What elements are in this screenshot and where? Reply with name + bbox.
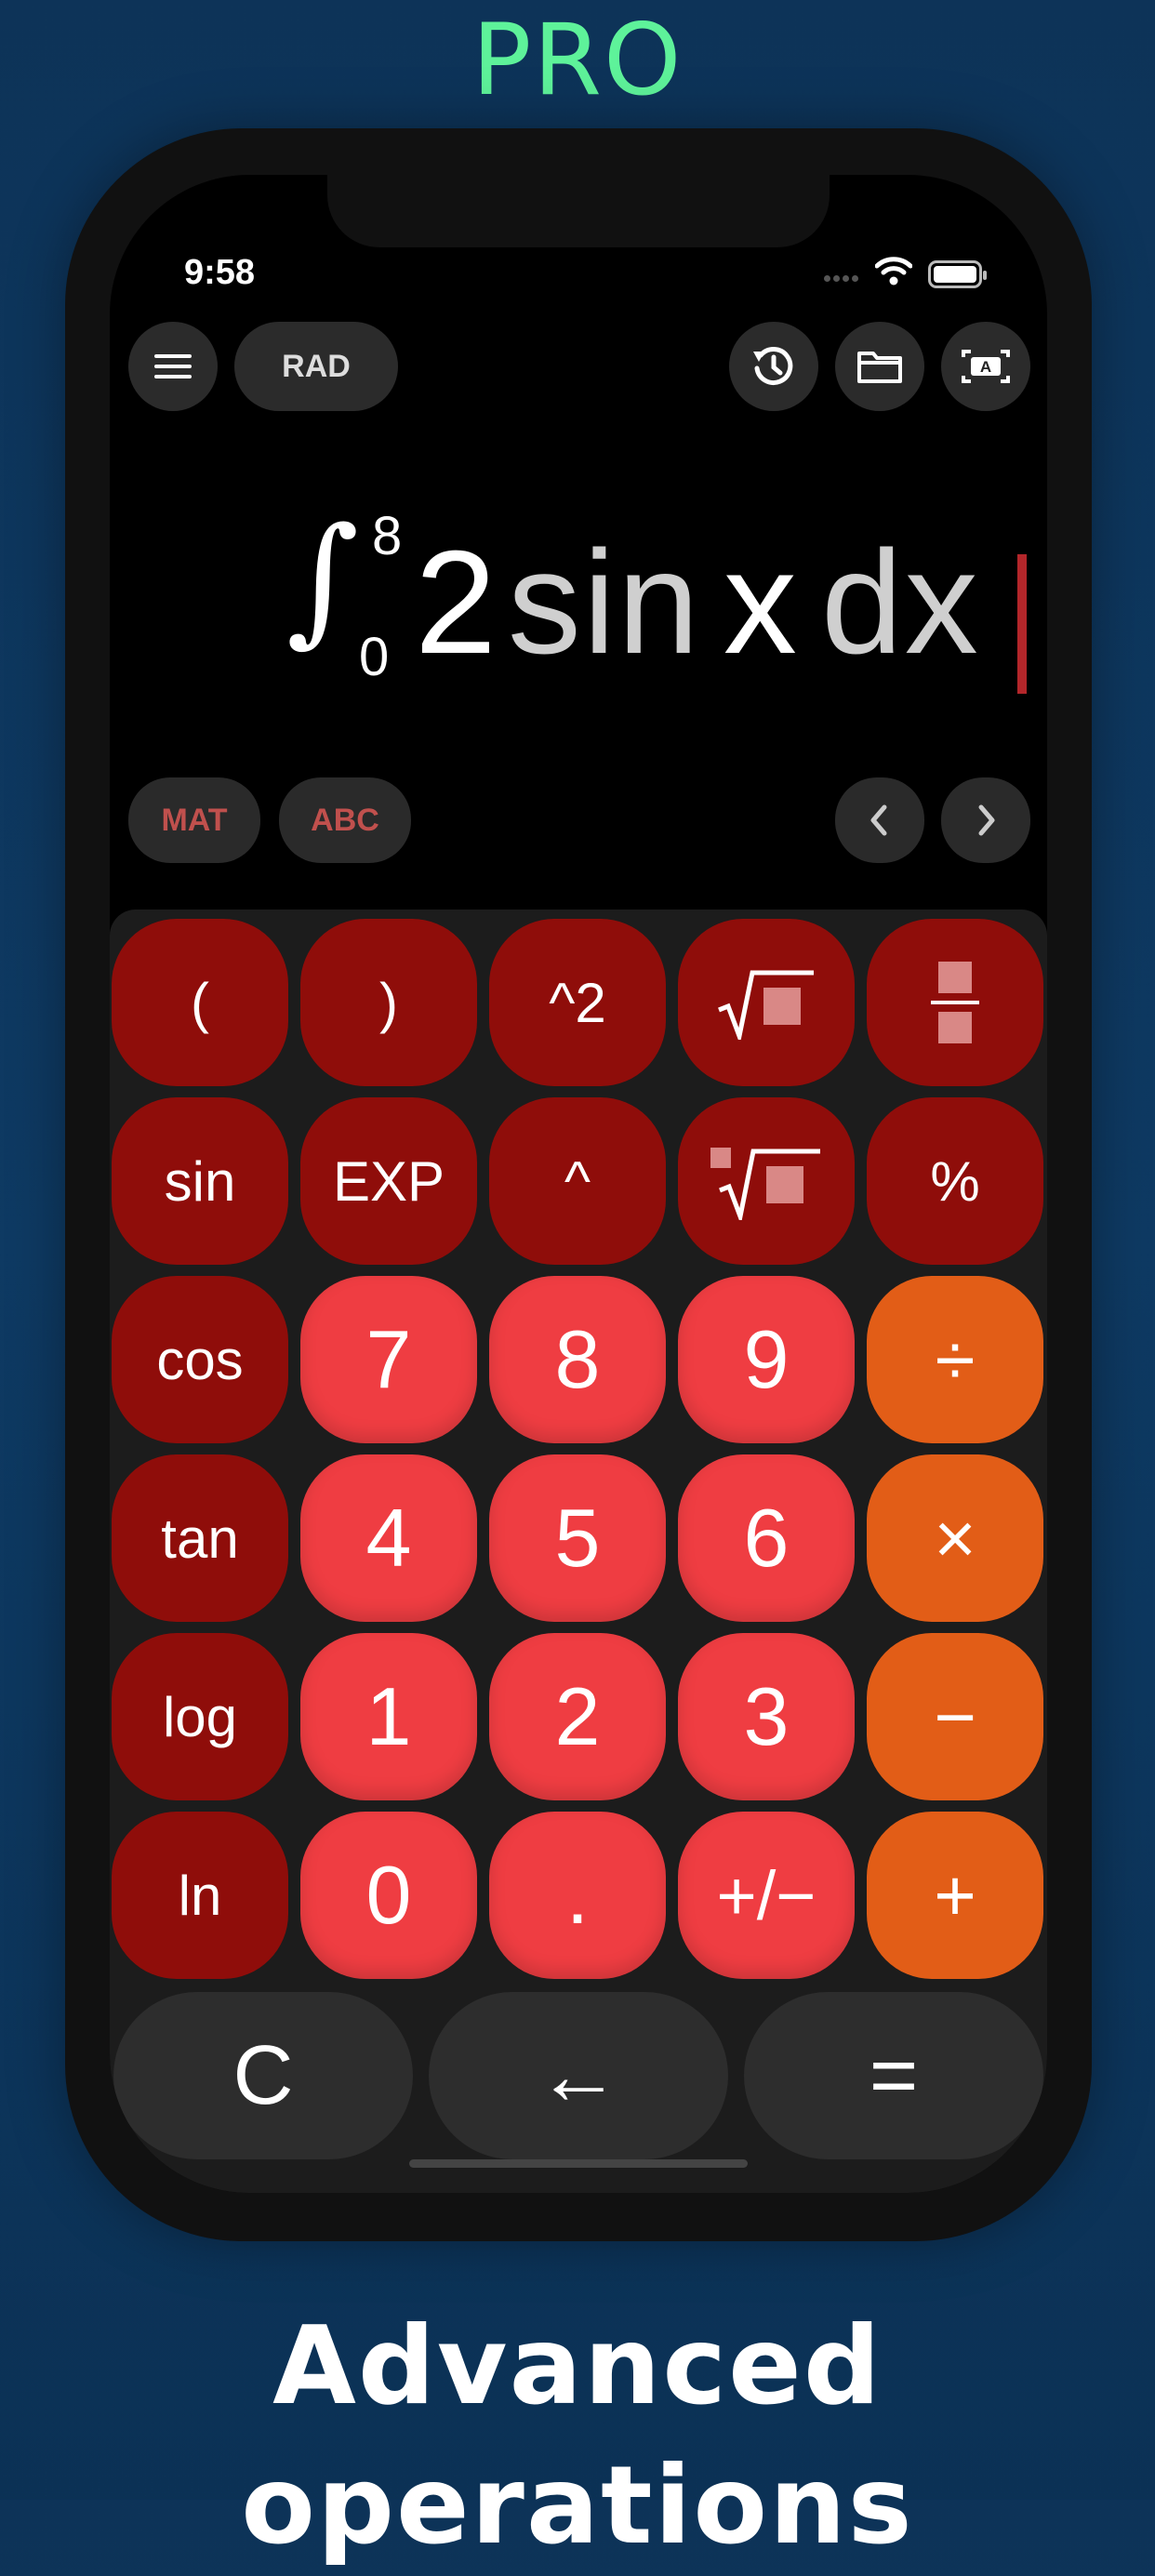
sin-key[interactable]: sin bbox=[112, 1097, 288, 1265]
menu-button[interactable] bbox=[128, 322, 218, 411]
multiply-key[interactable]: × bbox=[867, 1454, 1043, 1622]
expression-display[interactable]: ∫ 8 0 2sin x dx bbox=[110, 454, 1047, 733]
equals-button[interactable]: = bbox=[744, 1992, 1043, 2159]
abc-mode-button[interactable]: ABC bbox=[279, 777, 411, 863]
digit-3-key[interactable]: 3 bbox=[678, 1633, 855, 1800]
digit-6-key[interactable]: 6 bbox=[678, 1454, 855, 1622]
svg-text:A: A bbox=[980, 358, 991, 376]
nth-root-key[interactable] bbox=[678, 1097, 855, 1265]
square-key[interactable]: ^2 bbox=[489, 919, 666, 1086]
hamburger-menu-icon bbox=[154, 354, 192, 378]
cursor-right-button[interactable] bbox=[941, 777, 1030, 863]
sign-toggle-key[interactable]: +/− bbox=[678, 1812, 855, 1979]
subtract-key[interactable]: − bbox=[867, 1633, 1043, 1800]
tan-key[interactable]: tan bbox=[112, 1454, 288, 1622]
calculator-screen: 9:58 RAD A ∫ 8 0 2sin x dx MAT ABC () ^… bbox=[110, 175, 1047, 2193]
chevron-left-icon bbox=[870, 804, 887, 836]
close-paren-key[interactable]: ) bbox=[300, 919, 477, 1086]
footer-caption: Advanced operations bbox=[241, 2304, 914, 2569]
divide-key[interactable]: ÷ bbox=[867, 1276, 1043, 1443]
function-name: sin bbox=[507, 521, 701, 684]
digit-8-key[interactable]: 8 bbox=[489, 1276, 666, 1443]
folder-button[interactable] bbox=[835, 322, 924, 411]
cursor-left-button[interactable] bbox=[835, 777, 924, 863]
add-key[interactable]: + bbox=[867, 1812, 1043, 1979]
percent-key[interactable]: % bbox=[867, 1097, 1043, 1265]
digit-4-key[interactable]: 4 bbox=[300, 1454, 477, 1622]
digit-2-key[interactable]: 2 bbox=[489, 1633, 666, 1800]
open-paren-key[interactable]: ( bbox=[112, 919, 288, 1086]
log-key[interactable]: log bbox=[112, 1633, 288, 1800]
integral-upper-limit: 8 bbox=[372, 506, 403, 566]
sqrt-icon bbox=[718, 970, 814, 1040]
pro-banner: PRO bbox=[471, 3, 684, 117]
integral-lower-limit: 0 bbox=[359, 627, 390, 687]
exp-key[interactable]: EXP bbox=[300, 1097, 477, 1265]
digit-7-key[interactable]: 7 bbox=[300, 1276, 477, 1443]
digit-1-key[interactable]: 1 bbox=[300, 1633, 477, 1800]
digit-9-key[interactable]: 9 bbox=[678, 1276, 855, 1443]
angle-mode-button[interactable]: RAD bbox=[234, 322, 398, 411]
notch bbox=[327, 175, 830, 247]
phone-frame: 9:58 RAD A ∫ 8 0 2sin x dx MAT ABC () ^… bbox=[65, 128, 1092, 2241]
integral-sign: ∫ bbox=[286, 498, 360, 660]
history-button[interactable] bbox=[729, 322, 818, 411]
history-icon bbox=[753, 347, 793, 385]
wifi-icon bbox=[875, 257, 912, 285]
coefficient: 2 bbox=[415, 521, 498, 684]
differential: dx bbox=[820, 521, 980, 684]
text-mode-button[interactable]: A bbox=[941, 322, 1030, 411]
cos-key[interactable]: cos bbox=[112, 1276, 288, 1443]
home-indicator bbox=[409, 2159, 748, 2168]
sqrt-key[interactable] bbox=[678, 919, 855, 1086]
fraction-key[interactable] bbox=[867, 919, 1043, 1086]
nth-root-icon bbox=[710, 1148, 820, 1220]
digit-0-key[interactable]: 0 bbox=[300, 1812, 477, 1979]
fraction-icon bbox=[931, 962, 979, 1043]
matrix-mode-button[interactable]: MAT bbox=[128, 777, 260, 863]
ln-key[interactable]: ln bbox=[112, 1812, 288, 1979]
digit-5-key[interactable]: 5 bbox=[489, 1454, 666, 1622]
status-time: 9:58 bbox=[184, 253, 256, 292]
integrand-expression: 2sin x dx bbox=[415, 524, 980, 682]
decimal-key[interactable]: . bbox=[489, 1812, 666, 1979]
text-mode-icon: A bbox=[962, 350, 1010, 383]
cellular-signal-icon bbox=[824, 270, 867, 282]
backspace-button[interactable]: ← bbox=[429, 1992, 728, 2159]
keypad: ( ) ^2 sin EXP ^ % cos 7 8 9 ÷ tan 4 5 6… bbox=[110, 910, 1047, 2193]
power-key[interactable]: ^ bbox=[489, 1097, 666, 1265]
clear-button[interactable]: C bbox=[113, 1992, 413, 2159]
text-cursor bbox=[1017, 554, 1027, 694]
chevron-right-icon bbox=[978, 804, 995, 836]
folder-icon bbox=[857, 352, 902, 383]
variable: x bbox=[723, 521, 799, 684]
battery-icon bbox=[928, 260, 987, 288]
